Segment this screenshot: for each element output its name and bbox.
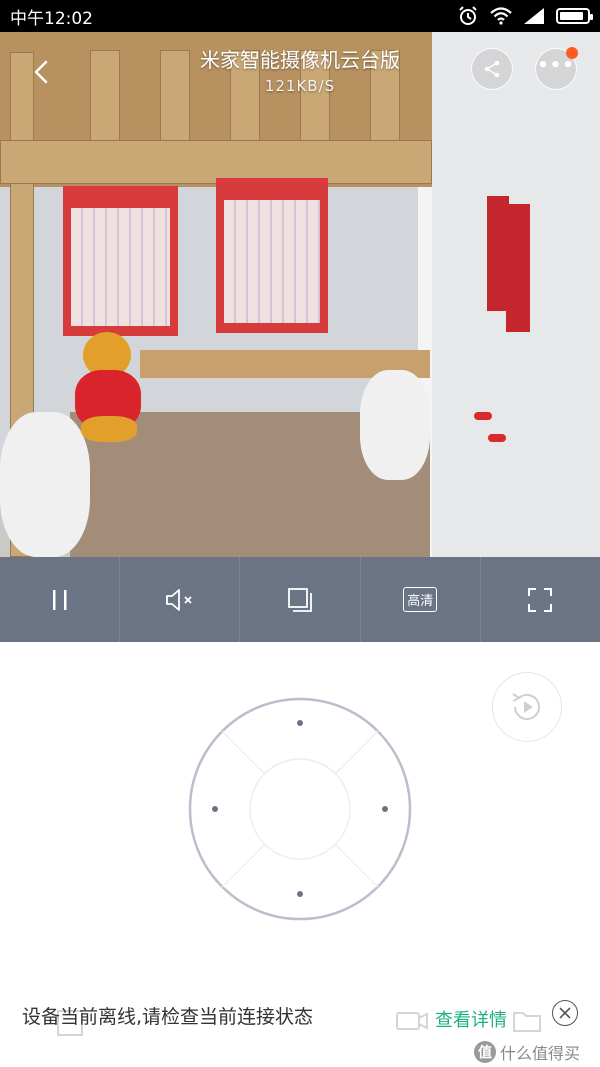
fullscreen-icon	[528, 587, 553, 612]
pause-icon	[52, 589, 67, 610]
scene-poster	[216, 178, 328, 333]
close-notice-button[interactable]	[552, 1000, 578, 1026]
fullscreen-button[interactable]	[481, 557, 600, 642]
scene-hook	[474, 412, 492, 420]
alarm-icon	[459, 6, 477, 25]
close-icon	[559, 1007, 571, 1019]
share-button[interactable]	[471, 48, 513, 90]
pan-left-button[interactable]	[212, 806, 218, 812]
watermark-logo: 值	[474, 1041, 496, 1063]
more-button[interactable]: •••	[535, 47, 578, 90]
status-bar: 中午12:02	[0, 0, 600, 32]
status-time: 中午12:02	[10, 8, 93, 29]
hd-label: 高清	[403, 587, 438, 612]
back-button[interactable]	[26, 56, 58, 88]
signal-icon	[524, 8, 544, 24]
status-icons	[458, 6, 593, 26]
pan-right-button[interactable]	[382, 806, 388, 812]
battery-fill	[560, 12, 584, 20]
battery-icon	[556, 8, 593, 24]
mute-button[interactable]	[120, 557, 241, 642]
notification-dot	[566, 47, 578, 59]
back-icon	[34, 60, 48, 84]
view-details-link[interactable]: 查看详情	[435, 1006, 507, 1032]
pause-button[interactable]	[0, 557, 121, 642]
mute-icon	[165, 588, 192, 611]
video-feed[interactable]: 米家智能摄像机云台版 121KB/S •••	[0, 32, 600, 557]
scene-hook	[488, 434, 506, 442]
quality-button[interactable]: 高清	[361, 557, 481, 642]
window-icon	[288, 587, 312, 612]
share-icon	[484, 60, 500, 78]
history-playback-button[interactable]	[492, 672, 562, 742]
scene-pillow	[360, 370, 430, 480]
scene-teddy-bear	[75, 332, 145, 442]
pan-down-button[interactable]	[297, 891, 303, 897]
scene-poster	[63, 186, 178, 336]
wifi-icon	[490, 7, 512, 25]
offline-message: 设备当前离线,请检查当前连接状态	[22, 1006, 314, 1028]
playback-controls: 高清	[0, 557, 600, 642]
scene-red-paper	[506, 204, 530, 332]
direction-pad[interactable]	[188, 697, 412, 921]
watermark-text: 什么值得买	[500, 1044, 581, 1063]
offline-notice: 设备当前离线,请检查当前连接状态 查看详情	[0, 990, 600, 1040]
window-button[interactable]	[240, 557, 361, 642]
history-playback-icon	[512, 693, 540, 720]
watermark: 值 什么值得买	[474, 1040, 580, 1064]
pan-up-button[interactable]	[297, 720, 303, 726]
